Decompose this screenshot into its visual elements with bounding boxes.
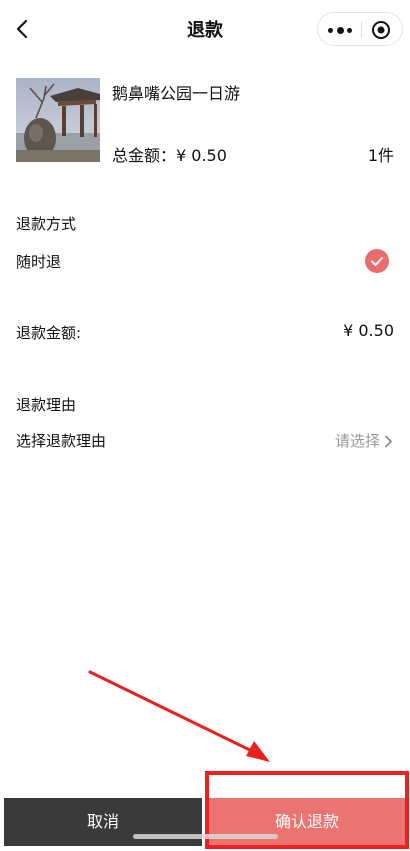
capsule-divider [361, 21, 362, 38]
refund-method-radio[interactable] [365, 249, 389, 273]
more-dots-icon [328, 28, 333, 33]
product-quantity: 1件 [367, 146, 394, 165]
product-thumbnail [16, 78, 100, 162]
chevron-right-icon [385, 435, 392, 448]
refund-reason-placeholder: 请选择 [334, 432, 380, 450]
refund-amount-label: 退款金额: [16, 324, 82, 342]
more-dot [337, 27, 344, 34]
more-button[interactable] [328, 21, 354, 38]
refund-method-option-label: 随时退 [16, 253, 62, 271]
refund-page: 退款 鹅鼻嘴公园一日游 总金额：¥ 0.50 1件 退款方式 随时退 退款金额:… [0, 0, 410, 851]
refund-reason-label: 选择退款理由 [16, 432, 107, 450]
refund-amount-value: ¥ 0.50 [343, 321, 394, 340]
target-close-icon [372, 21, 390, 39]
home-indicator [133, 834, 278, 839]
refund-method-heading: 退款方式 [16, 215, 77, 233]
product-name: 鹅鼻嘴公园一日游 [112, 84, 241, 103]
check-icon [371, 257, 383, 266]
mini-program-capsule [317, 12, 403, 46]
close-button[interactable] [371, 20, 391, 40]
product-total: 总金额：¥ 0.50 [112, 142, 227, 166]
total-label: 总金额： [112, 146, 177, 165]
nav-bar: 退款 [0, 0, 410, 58]
refund-reason-selector[interactable]: 选择退款理由 请选择 [0, 426, 410, 456]
total-value: ¥ 0.50 [176, 146, 227, 165]
refund-reason-heading: 退款理由 [16, 396, 77, 414]
more-dot [347, 28, 352, 33]
